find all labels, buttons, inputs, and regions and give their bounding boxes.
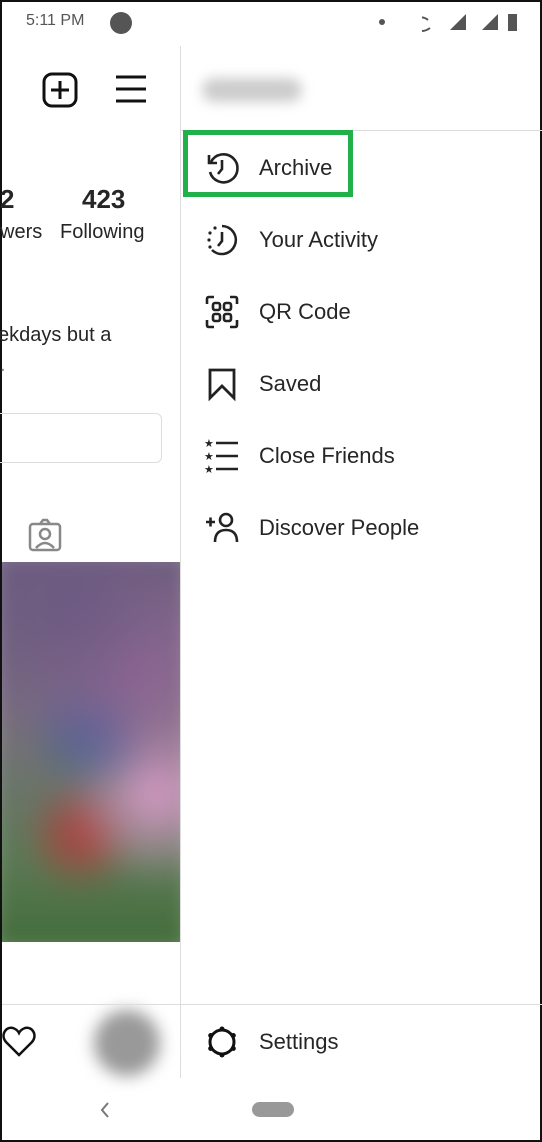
new-post-icon[interactable]	[42, 72, 78, 108]
username-header	[202, 78, 302, 102]
edit-profile-button[interactable]	[0, 413, 162, 463]
footer-divider	[2, 1004, 542, 1005]
svg-text:★: ★	[204, 463, 214, 474]
bio-text-line1: ekdays but a	[0, 324, 112, 346]
followers-label[interactable]: wers	[0, 221, 42, 244]
notification-dot-icon	[379, 19, 385, 25]
bio-text-line2: .	[0, 354, 6, 376]
menu-item-saved[interactable]: Saved	[192, 356, 532, 412]
menu-item-label: Discover People	[259, 515, 420, 540]
menu-item-settings[interactable]: Settings	[192, 1014, 532, 1070]
menu-item-label: QR Code	[259, 299, 351, 324]
menu-item-discover-people[interactable]: Discover People	[192, 500, 532, 556]
bookmark-icon	[200, 362, 244, 406]
status-icons	[377, 10, 522, 34]
menu-item-your-activity[interactable]: Your Activity	[192, 212, 532, 268]
archive-highlight-box	[183, 130, 353, 197]
add-person-icon	[200, 506, 244, 550]
back-nav-icon[interactable]	[98, 1100, 112, 1120]
menu-hamburger-icon[interactable]	[114, 74, 148, 104]
status-time: 5:11 PM	[26, 12, 85, 29]
followers-count[interactable]: 2	[0, 184, 14, 215]
menu-item-qr-code[interactable]: QR Code	[192, 284, 532, 340]
menu-item-label: Your Activity	[259, 227, 379, 252]
profile-avatar[interactable]	[94, 1010, 160, 1076]
menu-item-label: Close Friends	[259, 443, 395, 468]
tagged-posts-icon[interactable]	[28, 518, 62, 552]
activity-clock-icon	[200, 218, 244, 262]
heart-icon[interactable]	[2, 1024, 38, 1058]
qr-code-icon	[200, 290, 244, 334]
svg-text:★: ★	[204, 450, 214, 463]
post-thumbnail[interactable]	[2, 562, 180, 942]
home-nav-pill[interactable]	[252, 1102, 294, 1117]
drawer-divider	[180, 46, 181, 1078]
app-notification-icon	[110, 12, 132, 34]
following-count[interactable]: 423	[82, 184, 125, 215]
menu-item-close-friends[interactable]: ★ ★ ★ Close Friends	[192, 428, 532, 484]
star-list-icon: ★ ★ ★	[200, 434, 244, 478]
following-label[interactable]: Following	[60, 221, 144, 244]
menu-item-label: Saved	[259, 371, 322, 396]
settings-label: Settings	[259, 1029, 339, 1054]
svg-text:★: ★	[204, 438, 214, 450]
settings-gear-icon	[200, 1020, 244, 1064]
